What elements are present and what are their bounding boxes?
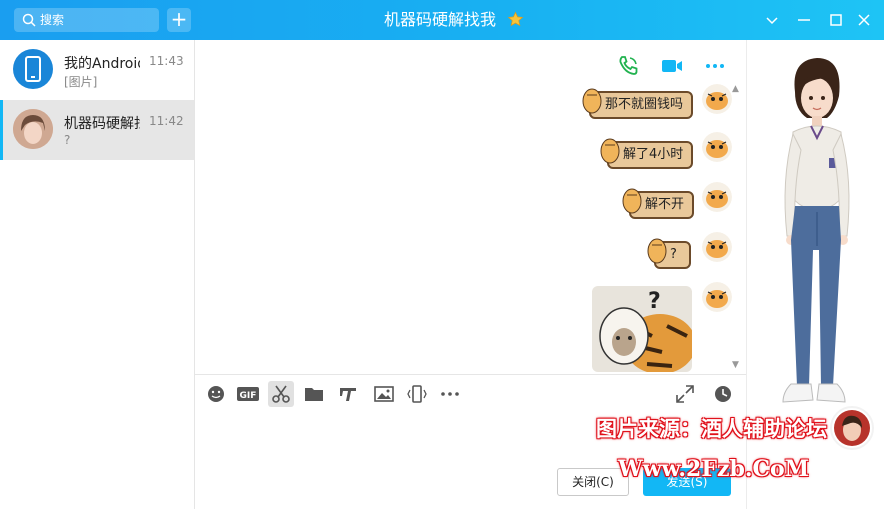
conversation-preview: ? [64, 133, 71, 147]
conversation-time: 11:43 [149, 54, 184, 68]
tiger-icon [600, 138, 620, 164]
watermark-source: 图片来源：酒人辅助论坛 [596, 417, 827, 441]
sender-avatar [702, 84, 732, 114]
tiger-icon [582, 88, 602, 114]
emoji-button[interactable] [203, 381, 229, 407]
show-avatar-figure [782, 58, 850, 403]
title-bar: 搜索 + 机器码硬解找我 [0, 0, 884, 40]
gif-button[interactable]: GIF [235, 381, 261, 407]
tiger-icon [647, 238, 667, 264]
sticker-image[interactable]: ? [592, 286, 692, 372]
phone-icon [25, 56, 41, 82]
conversation-name: 机器码硬解找我 [64, 116, 140, 132]
video-call-icon[interactable] [660, 54, 684, 78]
tiger-icon [622, 188, 642, 214]
star-icon [507, 11, 524, 27]
watermark-url: Www.2Fzb.CoM [618, 456, 810, 482]
conversation-list: 我的Android手机 11:43 [图片] 机器码硬解找我 11:42 ? [0, 40, 195, 509]
sender-avatar [702, 282, 732, 312]
add-button[interactable]: + [167, 8, 191, 32]
phone-avatar [13, 49, 53, 89]
more-icon[interactable] [703, 54, 727, 78]
message-text: 那不就圈钱吗 [605, 97, 684, 112]
scroll-down-arrow[interactable]: ▼ [732, 360, 739, 370]
maximize-icon[interactable] [826, 10, 846, 30]
input-toolbar: GIF [195, 374, 746, 410]
image-icon [374, 386, 394, 402]
sender-avatar [702, 182, 732, 212]
chat-area: ▲ ▼ 那不就圈钱吗 解了4小时 解不开 ? ? [195, 40, 746, 374]
expand-icon [676, 385, 694, 403]
svg-text:GIF: GIF [240, 391, 257, 401]
message-text: 解不开 [645, 197, 685, 212]
sender-avatar [702, 232, 732, 262]
window-title: 机器码硬解找我 [384, 10, 497, 29]
history-button[interactable] [710, 381, 736, 407]
sender-avatar [702, 132, 732, 162]
file-button[interactable] [301, 381, 327, 407]
contact-avatar [13, 109, 53, 149]
phone-call-icon[interactable] [616, 54, 640, 78]
chevron-down-icon[interactable] [762, 10, 782, 30]
image-button[interactable] [371, 381, 397, 407]
folder-icon [305, 388, 323, 401]
message-bubble[interactable]: 解不开 [622, 188, 695, 219]
conversation-time: 11:42 [149, 114, 184, 128]
emoji-icon [208, 386, 224, 402]
scissors-icon [272, 385, 290, 403]
gif-icon: GIF [237, 387, 259, 401]
minimize-icon[interactable] [794, 10, 814, 30]
conversation-item[interactable]: 我的Android手机 11:43 [图片] [0, 40, 194, 100]
screenshot-button[interactable] [268, 381, 294, 407]
message-bubble[interactable]: 那不就圈钱吗 [582, 88, 694, 119]
sticker-question: ? [648, 289, 661, 314]
expand-button[interactable] [672, 381, 698, 407]
close-icon[interactable] [854, 10, 874, 30]
search-box[interactable]: 搜索 [14, 8, 159, 32]
more-tools-button[interactable] [437, 381, 463, 407]
clock-icon [715, 386, 731, 402]
message-bubble[interactable]: ? [647, 238, 691, 269]
message-text: ? [670, 247, 677, 262]
shake-icon [407, 385, 427, 403]
message-text: 解了4小时 [623, 147, 684, 162]
scroll-up-arrow[interactable]: ▲ [732, 84, 739, 94]
message-bubble[interactable]: 解了4小时 [600, 138, 694, 169]
conversation-item-active[interactable]: 机器码硬解找我 11:42 ? [0, 100, 194, 160]
font-button[interactable] [335, 381, 361, 407]
font-icon [340, 388, 356, 401]
conversation-name: 我的Android手机 [64, 56, 140, 72]
conversation-preview: [图片] [64, 75, 98, 89]
search-placeholder: 搜索 [40, 13, 65, 27]
shake-button[interactable] [404, 381, 430, 407]
search-icon [22, 13, 36, 27]
more-horizontal-icon [441, 392, 459, 396]
profile-badge[interactable] [830, 406, 874, 450]
